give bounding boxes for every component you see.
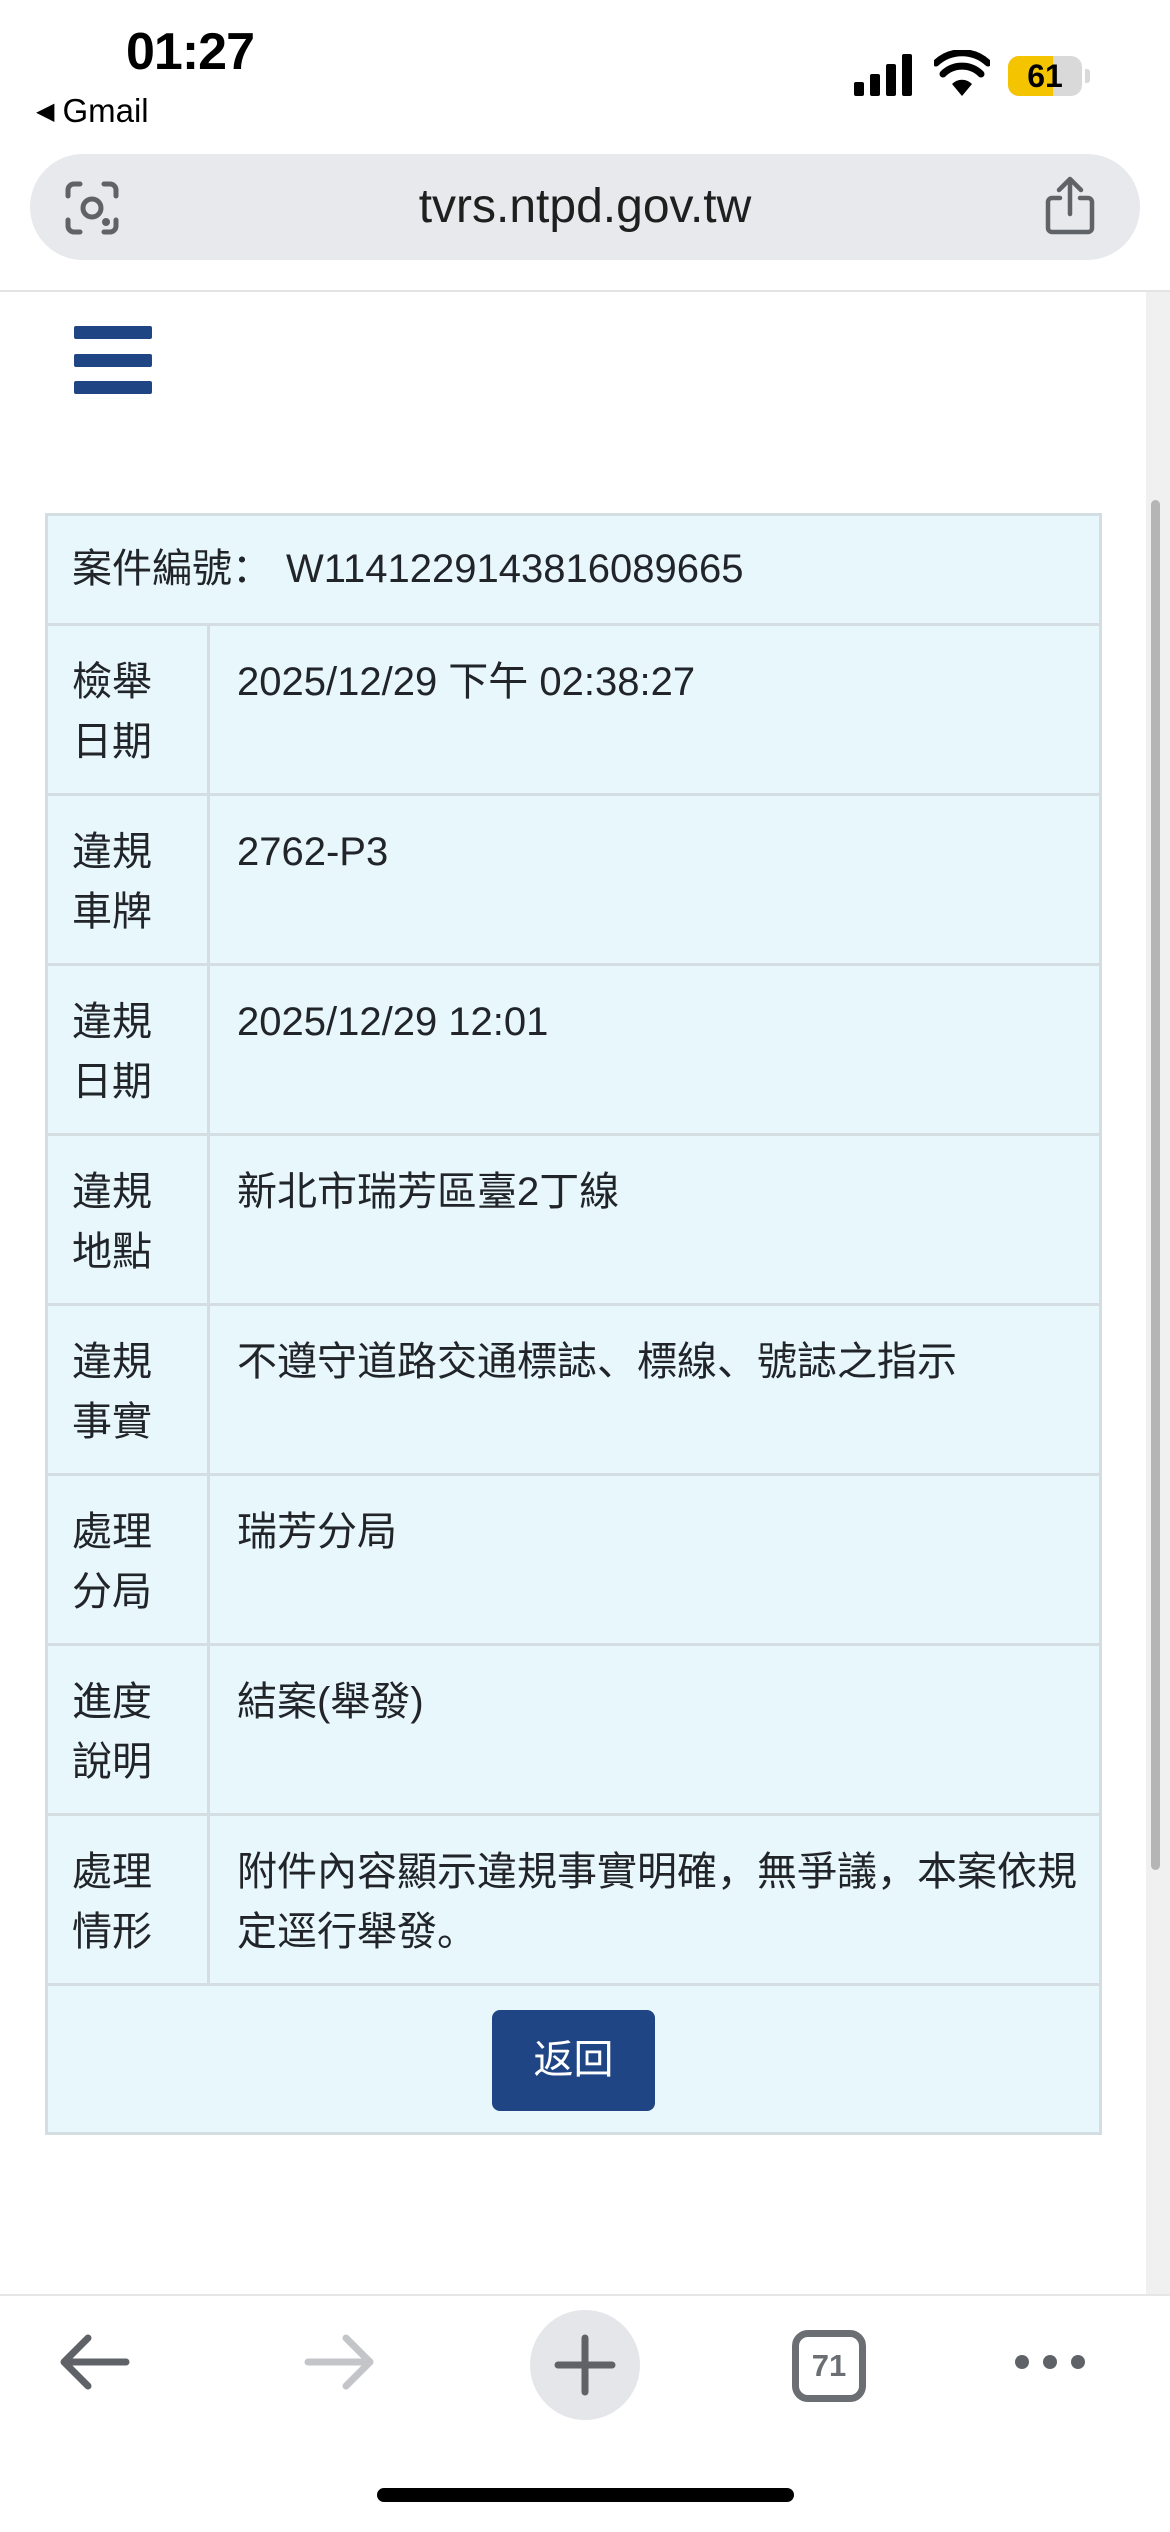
browser-divider [0, 290, 1170, 292]
status-time: 01:27 [126, 23, 255, 81]
wifi-icon [934, 50, 990, 96]
table-row: 違規 車牌 2762-P3 [48, 796, 1099, 966]
violation-date-value: 2025/12/29 12:01 [237, 1000, 549, 1044]
row-label: 違規 車牌 [48, 796, 210, 963]
case-detail-table: 案件編號： W1141229143816089665 檢舉 日期 2025/12/2… [45, 513, 1102, 2135]
cellular-signal-icon [854, 54, 912, 96]
url-text: tvrs.ntpd.gov.tw [418, 180, 752, 233]
back-to-app-link[interactable]: ◀ Gmail [36, 92, 149, 130]
case-number-value: W1141229143816089665 [286, 547, 744, 591]
license-plate-value: 2762-P3 [237, 830, 389, 874]
row-label: 處理 情形 [48, 1816, 210, 1983]
forward-arrow-icon[interactable] [304, 2332, 376, 2392]
share-icon[interactable] [1042, 176, 1098, 236]
row-label: 違規 事實 [48, 1306, 210, 1473]
table-row: 進度 說明 結案(舉發) [48, 1646, 1099, 1816]
case-number-label: 案件編號： [72, 547, 272, 591]
address-bar[interactable]: tvrs.ntpd.gov.tw [30, 154, 1140, 260]
tab-count: 71 [811, 2348, 847, 2383]
page-scrollbar-thumb[interactable] [1151, 500, 1160, 1870]
table-row: 處理 分局 瑞芳分局 [48, 1476, 1099, 1646]
back-app-label: Gmail [62, 92, 149, 129]
menu-icon[interactable] [74, 326, 152, 394]
row-label: 進度 說明 [48, 1646, 210, 1813]
row-label: 違規 日期 [48, 966, 210, 1133]
handling-result-value: 附件內容顯示違規事實明確，無爭議，本案依規定逕行舉發。 [237, 1850, 1077, 1954]
home-indicator [377, 2488, 794, 2502]
table-row: 違規 事實 不遵守道路交通標誌、標線、號誌之指示 [48, 1306, 1099, 1476]
new-tab-button[interactable] [530, 2310, 640, 2420]
more-options-icon[interactable] [1014, 2352, 1086, 2372]
tab-switcher-button[interactable]: 71 [792, 2330, 866, 2402]
table-row: 違規 日期 2025/12/29 12:01 [48, 966, 1099, 1136]
progress-value: 結案(舉發) [237, 1680, 424, 1724]
report-date-value: 2025/12/29 下午 02:38:27 [237, 660, 696, 704]
table-row: 違規 地點 新北市瑞芳區臺2丁線 [48, 1136, 1099, 1306]
back-triangle-icon: ◀ [36, 97, 55, 125]
back-arrow-icon[interactable] [58, 2332, 130, 2392]
table-row: 檢舉 日期 2025/12/29 下午 02:38:27 [48, 626, 1099, 796]
row-label: 違規 地點 [48, 1136, 210, 1303]
plus-icon [554, 2334, 616, 2396]
table-footer: 返回 [48, 1986, 1099, 2132]
row-label: 處理 分局 [48, 1476, 210, 1643]
battery-indicator: 61 [1008, 56, 1090, 96]
table-row: 處理 情形 附件內容顯示違規事實明確，無爭議，本案依規定逕行舉發。 [48, 1816, 1099, 1986]
handling-branch-value: 瑞芳分局 [237, 1510, 397, 1554]
violation-location-value: 新北市瑞芳區臺2丁線 [237, 1170, 620, 1214]
violation-fact-value: 不遵守道路交通標誌、標線、號誌之指示 [237, 1340, 957, 1384]
row-label: 檢舉 日期 [48, 626, 210, 793]
status-bar: 01:27 ◀ Gmail 61 [0, 0, 1170, 140]
battery-level-text: 61 [1027, 58, 1063, 94]
case-number-row: 案件編號： W1141229143816089665 [48, 516, 1099, 626]
back-button[interactable]: 返回 [492, 2010, 655, 2111]
